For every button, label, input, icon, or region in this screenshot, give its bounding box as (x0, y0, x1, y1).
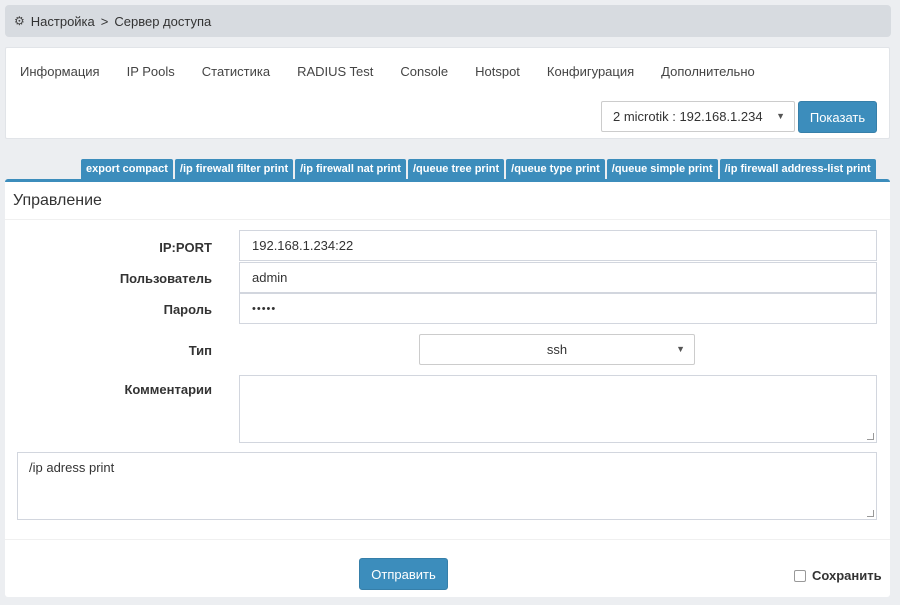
user-input[interactable]: admin (239, 262, 877, 293)
type-select-value: ssh (546, 342, 568, 357)
resize-handle-icon[interactable] (867, 433, 874, 440)
save-checkbox-label: Сохранить (812, 568, 882, 583)
command-bar: export compact /ip firewall filter print… (81, 159, 876, 179)
type-label: Тип (188, 343, 212, 358)
tabs-panel: Информация IP Pools Статистика RADIUS Te… (5, 47, 890, 139)
footer-divider (5, 539, 890, 540)
command-value: /ip adress print (29, 460, 115, 475)
user-label: Пользователь (119, 271, 212, 286)
comment-label: Комментарии (124, 382, 212, 397)
breadcrumb: ⚙ Настройка > Сервер доступа (5, 5, 891, 37)
ip-port-label: IP:PORT (159, 240, 212, 255)
chevron-down-icon: ▼ (776, 111, 785, 121)
breadcrumb-item-access-server: Сервер доступа (114, 13, 212, 29)
command-textarea[interactable]: /ip adress print (17, 452, 877, 520)
breadcrumb-separator: > (100, 13, 109, 29)
tab-bar: Информация IP Pools Статистика RADIUS Te… (20, 64, 755, 79)
cmd-export-compact[interactable]: export compact (81, 159, 173, 179)
type-select[interactable]: ssh ▼ (419, 334, 695, 365)
user-value: admin (252, 270, 288, 285)
comment-textarea[interactable] (239, 375, 877, 443)
save-checkbox[interactable] (794, 569, 806, 582)
save-checkbox-group[interactable]: Сохранить (794, 568, 882, 583)
breadcrumb-item-settings[interactable]: Настройка (31, 14, 95, 29)
tab-configuration[interactable]: Конфигурация (547, 64, 634, 79)
show-button[interactable]: Показать (798, 101, 877, 133)
gear-icon: ⚙ (14, 14, 25, 28)
tab-ip-pools[interactable]: IP Pools (127, 64, 175, 79)
tab-info[interactable]: Информация (20, 64, 100, 79)
cmd-queue-tree[interactable]: /queue tree print (407, 159, 505, 179)
password-input[interactable]: ••••• (239, 293, 877, 324)
chevron-down-icon: ▼ (676, 344, 685, 354)
cmd-firewall-nat[interactable]: /ip firewall nat print (295, 159, 406, 179)
tab-radius-test[interactable]: RADIUS Test (297, 64, 373, 79)
resize-handle-icon[interactable] (867, 510, 874, 517)
panel-title: Управление (13, 192, 102, 209)
ip-port-input[interactable]: 192.168.1.234:22 (239, 230, 877, 261)
cmd-queue-simple[interactable]: /queue simple print (606, 159, 718, 179)
password-label: Пароль (163, 302, 212, 317)
ip-port-value: 192.168.1.234:22 (252, 238, 354, 253)
password-value: ••••• (252, 302, 277, 315)
server-select-value: 2 microtik : 192.168.1.234 (613, 109, 763, 124)
server-select[interactable]: 2 microtik : 192.168.1.234 ▼ (601, 101, 795, 132)
cmd-firewall-filter[interactable]: /ip firewall filter print (174, 159, 294, 179)
tab-statistics[interactable]: Статистика (202, 64, 270, 79)
title-divider (5, 219, 890, 220)
send-button[interactable]: Отправить (359, 558, 448, 590)
management-panel: Управление IP:PORT 192.168.1.234:22 Поль… (5, 179, 890, 597)
tab-advanced[interactable]: Дополнительно (661, 64, 755, 79)
cmd-address-list[interactable]: /ip firewall address-list print (719, 159, 876, 179)
tab-console[interactable]: Console (400, 64, 448, 79)
cmd-queue-type[interactable]: /queue type print (506, 159, 605, 179)
tab-hotspot[interactable]: Hotspot (475, 64, 520, 79)
